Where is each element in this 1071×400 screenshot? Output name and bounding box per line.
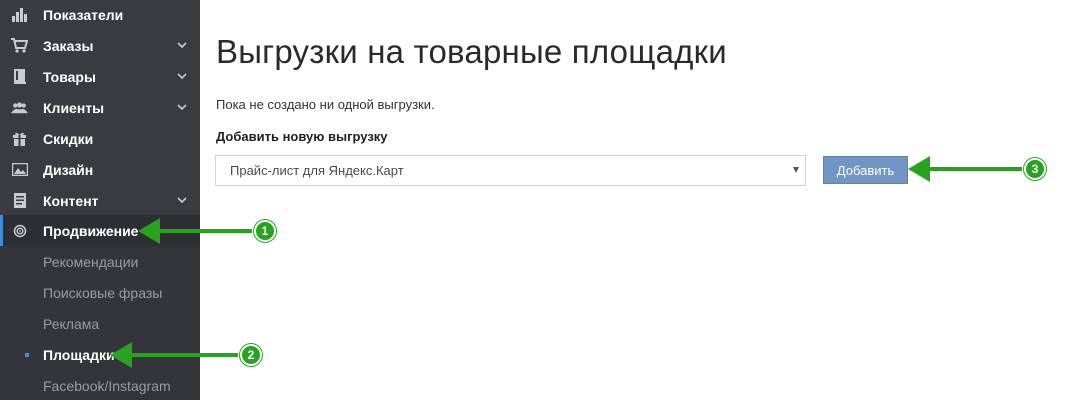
sidebar-subitem-label: Facebook/Instagram: [43, 377, 171, 394]
sidebar-subitem-label: Рекомендации: [43, 253, 139, 270]
sidebar-item-products[interactable]: Товары: [0, 61, 200, 92]
dropdown-caret-icon: [793, 167, 799, 173]
sidebar-item-label: Скидки: [43, 130, 94, 147]
sidebar-item-label: Контент: [43, 192, 99, 209]
sidebar-item-label: Продвижение: [43, 222, 139, 239]
chevron-down-icon[interactable]: [176, 39, 188, 51]
sidebar-item-clients[interactable]: Клиенты: [0, 92, 200, 123]
sidebar-subitem-marketplaces[interactable]: Площадки: [0, 339, 200, 370]
chevron-down-icon[interactable]: [176, 101, 188, 113]
annotation-arrow-3: [908, 156, 1022, 182]
empty-state-text: Пока не создано ни одной выгрузки.: [216, 97, 435, 112]
document-icon: [11, 193, 28, 208]
export-type-select[interactable]: Прайс-лист для Яндекс.Карт: [215, 155, 806, 186]
sidebar-subitem-label: Реклама: [43, 315, 100, 332]
annotation-badge-2: 2: [240, 344, 262, 366]
add-export-label: Добавить новую выгрузку: [216, 129, 388, 144]
sidebar-subitem-ads[interactable]: Реклама: [0, 308, 200, 339]
sidebar: Показатели Заказы Товары Клиенты Скидки …: [0, 0, 200, 400]
annotation-badge-1: 1: [254, 220, 276, 242]
sidebar-subitem-facebook-instagram[interactable]: Facebook/Instagram: [0, 370, 200, 400]
chevron-down-icon[interactable]: [176, 70, 188, 82]
image-icon: [11, 162, 28, 177]
sidebar-item-label: Заказы: [43, 37, 94, 54]
sidebar-item-content[interactable]: Контент: [0, 185, 200, 216]
sidebar-item-orders[interactable]: Заказы: [0, 30, 200, 61]
annotation-badge-3: 3: [1024, 158, 1046, 180]
sidebar-item-promotion[interactable]: Продвижение: [0, 215, 200, 246]
target-icon: [11, 223, 28, 238]
book-icon: [11, 69, 28, 84]
cart-icon: [11, 38, 28, 53]
chevron-down-icon[interactable]: [176, 194, 188, 206]
page-title: Выгрузки на товарные площадки: [216, 33, 727, 70]
sidebar-item-dashboard[interactable]: Показатели: [0, 0, 200, 30]
sidebar-subitem-recommendations[interactable]: Рекомендации: [0, 246, 200, 277]
sidebar-subitem-search-phrases[interactable]: Поисковые фразы: [0, 277, 200, 308]
add-button[interactable]: Добавить: [823, 156, 908, 184]
active-indicator: [25, 353, 29, 357]
export-type-value: Прайс-лист для Яндекс.Карт: [230, 163, 404, 178]
bar-chart-icon: [11, 7, 28, 22]
gift-icon: [11, 131, 28, 146]
sidebar-subitem-label: Поисковые фразы: [43, 284, 163, 301]
sidebar-item-design[interactable]: Дизайн: [0, 154, 200, 185]
sidebar-item-label: Показатели: [43, 6, 124, 23]
sidebar-item-label: Дизайн: [43, 161, 94, 178]
users-icon: [11, 100, 28, 115]
sidebar-item-label: Клиенты: [43, 99, 105, 116]
sidebar-submenu: Рекомендации Поисковые фразы Реклама Пло…: [0, 246, 200, 400]
sidebar-item-label: Товары: [43, 68, 96, 85]
sidebar-subitem-label: Площадки: [43, 346, 115, 363]
sidebar-item-discounts[interactable]: Скидки: [0, 123, 200, 154]
